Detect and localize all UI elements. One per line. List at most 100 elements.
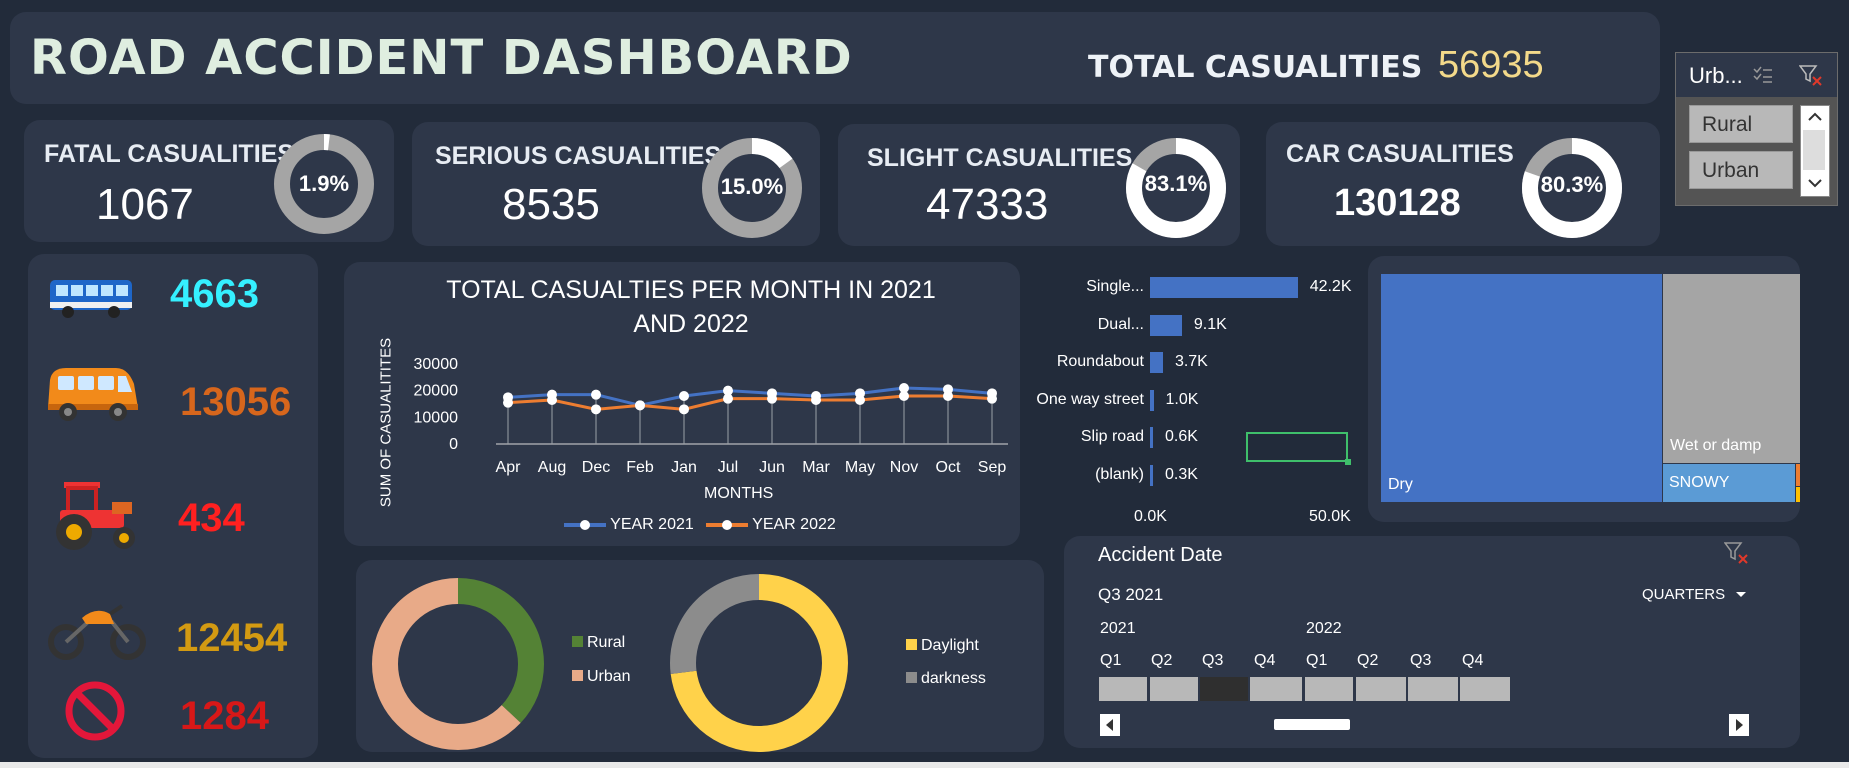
data-point [679, 404, 689, 415]
y-tick-label: 10000 [414, 409, 459, 426]
scroll-thumb[interactable] [1803, 130, 1825, 170]
timeline-scroll-left-button[interactable] [1100, 714, 1120, 736]
multi-select-icon[interactable] [1752, 66, 1774, 84]
x-tick-label: Jan [671, 459, 697, 476]
bar-value-label: 9.1K [1193, 315, 1227, 333]
kpi-percent: 1.9% [298, 171, 350, 196]
data-point [811, 395, 821, 405]
van-count: 13056 [180, 380, 292, 424]
bar-value-label: 1.0K [1165, 390, 1199, 408]
legend-label: darkness [921, 670, 986, 687]
timeline-cell-2021-q2[interactable] [1150, 677, 1198, 701]
bar [1150, 277, 1298, 298]
total-casualties-value: 56935 [1438, 44, 1544, 86]
bus-count: 4663 [170, 272, 259, 316]
legend-darkness: darkness [906, 670, 986, 688]
x-tick-label: Dec [582, 459, 610, 476]
x-tick-label: Feb [626, 459, 654, 476]
chevron-down-icon [1736, 592, 1747, 597]
y-tick-label: 30000 [414, 356, 459, 373]
data-point [987, 393, 997, 404]
timeline-cell-2021-q4[interactable] [1250, 677, 1302, 701]
tractor-icon [56, 482, 135, 550]
data-point [635, 400, 645, 411]
line-chart-xlabel: MONTHS [704, 485, 774, 502]
prohibited-icon [65, 681, 125, 741]
timeline-cell-2021-q3[interactable] [1200, 677, 1248, 701]
timeline-year-2021: 2021 [1100, 620, 1136, 637]
data-point [855, 395, 865, 405]
kpi-value: 1067 [96, 180, 194, 229]
timeline-level-dropdown[interactable]: QUARTERS [1642, 586, 1747, 603]
slicer-header: Urb... [1676, 53, 1837, 97]
kpi-label: SERIOUS CASUALITIES [435, 142, 722, 170]
scroll-down-icon[interactable] [1807, 178, 1823, 188]
legend-label: Daylight [921, 637, 979, 654]
timeline-year-2022: 2022 [1306, 620, 1342, 637]
bar [1150, 314, 1182, 336]
treemap-other-2 [1796, 487, 1800, 502]
light-condition-donut-chart [670, 574, 848, 752]
timeline-quarter-label: Q4 [1462, 652, 1484, 669]
clear-filter-icon[interactable] [1724, 542, 1750, 566]
treemap-other-1 [1796, 464, 1800, 486]
legend-swatch [572, 670, 583, 681]
bar-value-label: 42.2K [1309, 278, 1352, 295]
timeline-cell-2022-q2[interactable] [1356, 677, 1406, 701]
kpi-percent: 83.1% [1144, 171, 1208, 196]
timeline-quarter-label: Q1 [1100, 652, 1122, 669]
y-tick-label: 20000 [414, 383, 459, 400]
clear-filter-icon[interactable] [1799, 65, 1823, 87]
data-point [767, 393, 777, 404]
bar-category-label: (blank) [1095, 465, 1144, 483]
series-line [507, 394, 993, 411]
data-point [723, 393, 733, 404]
bar [1150, 464, 1153, 486]
legend-label: Rural [587, 634, 626, 651]
scroll-up-icon[interactable] [1807, 112, 1823, 122]
cell-fill-handle[interactable] [1345, 459, 1351, 465]
x-tick-label: Nov [890, 459, 918, 476]
selected-cell[interactable] [1246, 432, 1351, 465]
timeline-level-label: QUARTERS [1642, 586, 1726, 603]
motorcycle-count: 12454 [176, 616, 288, 660]
timeline-cell-2022-q4[interactable] [1460, 677, 1510, 701]
timeline-cell-2022-q3[interactable] [1408, 677, 1458, 701]
bar [1150, 389, 1154, 411]
treemap-label: Dry [1388, 476, 1413, 493]
treemap-label: Wet or damp [1670, 437, 1762, 454]
road-type-bar-chart: Single... 42.2K Dual... 9.1K Roundabout 3.7K O… [1000, 270, 1370, 530]
line-chart: 30000 20000 10000 0 Apr Aug Dec Feb Jan Jul Jun Mar… [414, 356, 1008, 476]
van-icon [48, 368, 138, 421]
kpi-label: SLIGHT CASUALITIES [867, 144, 1133, 172]
x-tick-label: 50.0K [1309, 508, 1351, 525]
kpi-percent: 80.3% [1540, 172, 1604, 197]
legend-rural: Rural [572, 634, 625, 652]
slicer-item-rural[interactable]: Rural [1689, 105, 1793, 143]
x-tick-label: Jul [718, 459, 738, 476]
legend-label: YEAR 2022 [752, 516, 836, 533]
data-point [943, 391, 953, 401]
legend-daylight: Daylight [906, 637, 979, 655]
slicer-item-urban[interactable]: Urban [1689, 151, 1793, 189]
data-point [547, 395, 557, 405]
motorcycle-icon [48, 604, 146, 660]
timeline-cell-2021-q1[interactable] [1099, 677, 1147, 701]
area-donut-chart [372, 578, 544, 750]
other-count: 1284 [180, 694, 269, 738]
kpi-value: 130128 [1334, 182, 1461, 224]
bar-value-label: 0.6K [1165, 428, 1198, 445]
legend-urban: Urban [572, 668, 631, 686]
slicer-scrollbar[interactable] [1800, 105, 1830, 197]
timeline-scroll-thumb[interactable] [1274, 719, 1350, 730]
bar [1150, 427, 1153, 448]
urban-rural-slicer[interactable]: Urb... Rural Urban [1675, 52, 1838, 206]
kpi-label: CAR CASUALITIES [1286, 140, 1514, 168]
x-tick-label: May [845, 459, 875, 476]
timeline-panel[interactable] [1064, 536, 1800, 748]
timeline-cell-2022-q1[interactable] [1305, 677, 1353, 701]
bar-category-label: Single... [1086, 278, 1144, 295]
timeline-selection: Q3 2021 [1098, 585, 1164, 604]
bar [1150, 352, 1163, 373]
timeline-scroll-right-button[interactable] [1729, 714, 1749, 736]
